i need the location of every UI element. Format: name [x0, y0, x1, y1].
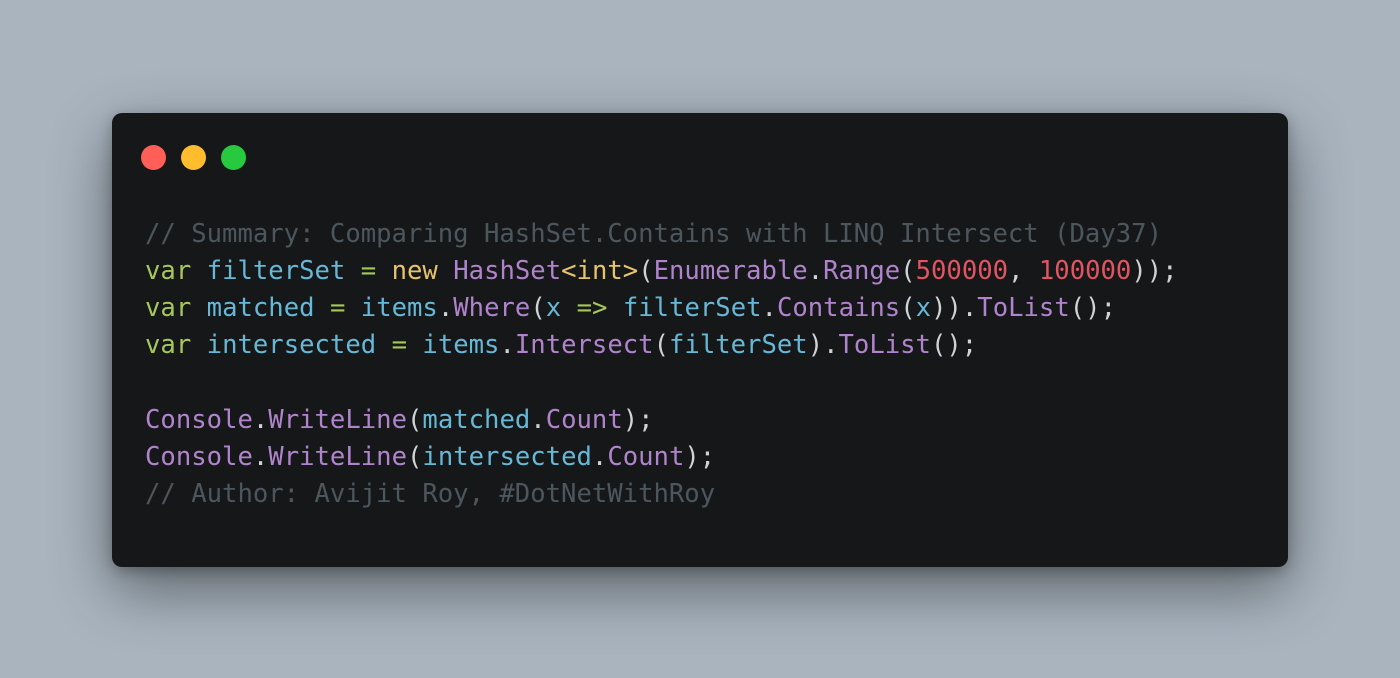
code-token-punc	[407, 330, 422, 360]
code-token-new: <int>	[561, 256, 639, 286]
code-token-type: Enumerable	[653, 256, 808, 286]
code-token-var: items	[422, 330, 500, 360]
code-token-method: Intersect	[514, 330, 654, 360]
code-token-punc	[376, 330, 391, 360]
code-token-punc: .	[807, 256, 824, 286]
code-token-op: =>	[576, 293, 608, 323]
code-token-op: =	[391, 330, 407, 360]
code-token-method: ToList	[838, 330, 931, 360]
code-token-punc: (	[530, 293, 546, 323]
code-token-punc: )).	[931, 293, 978, 323]
code-token-punc	[376, 256, 391, 286]
code-line: Console.WriteLine(matched.Count);	[145, 402, 1178, 439]
code-line: Console.WriteLine(intersected.Count);	[145, 439, 1178, 476]
code-token-num: 100000	[1038, 256, 1132, 286]
code-token-punc: ();	[1069, 293, 1116, 323]
code-token-var: matched	[206, 293, 315, 323]
code-token-punc	[191, 330, 206, 360]
code-token-var: x	[545, 293, 562, 323]
close-dot-icon[interactable]	[141, 145, 166, 170]
code-token-method: ToList	[977, 293, 1070, 323]
code-token-punc: ).	[807, 330, 839, 360]
code-line: var matched = items.Where(x => filterSet…	[145, 290, 1178, 327]
code-token-punc: .	[761, 293, 777, 323]
code-token-punc: (	[653, 330, 669, 360]
code-token-punc	[191, 293, 206, 323]
code-token-punc	[315, 293, 330, 323]
minimize-dot-icon[interactable]	[181, 145, 206, 170]
code-window: // Summary: Comparing HashSet.Contains w…	[112, 113, 1288, 567]
code-token-type: HashSet	[453, 256, 562, 286]
code-token-punc	[607, 293, 622, 323]
code-token-punc: );	[622, 405, 654, 435]
code-token-var: filterSet	[206, 256, 346, 286]
zoom-dot-icon[interactable]	[221, 145, 246, 170]
window-controls	[141, 145, 246, 170]
code-token-var: items	[360, 293, 438, 323]
code-line: var intersected = items.Intersect(filter…	[145, 327, 1178, 364]
code-token-punc	[561, 293, 576, 323]
code-token-keyword: var	[145, 330, 192, 360]
code-token-punc	[438, 256, 453, 286]
code-token-new: new	[391, 256, 438, 286]
code-token-punc: (	[406, 442, 423, 472]
code-token-punc	[345, 293, 360, 323]
code-token-punc: .	[252, 442, 269, 472]
code-token-var: filterSet	[622, 293, 762, 323]
code-token-punc: (	[638, 256, 654, 286]
code-token-punc: (	[900, 256, 916, 286]
code-token-num: 500000	[915, 256, 1009, 286]
code-token-comment: // Author: Avijit Roy, #DotNetWithRoy	[145, 479, 716, 509]
code-line: var filterSet = new HashSet<int>(Enumera…	[145, 253, 1178, 290]
code-token-type: Console	[145, 442, 253, 472]
code-line: // Author: Avijit Roy, #DotNetWithRoy	[145, 476, 1178, 513]
code-token-punc: (	[406, 405, 423, 435]
code-token-punc: .	[530, 405, 546, 435]
code-token-var: intersected	[422, 442, 592, 472]
code-token-method: Count	[545, 405, 623, 435]
code-token-punc: ();	[930, 330, 978, 360]
code-token-punc: );	[684, 442, 716, 472]
code-token-method: Contains	[776, 293, 901, 323]
code-token-punc: ,	[1008, 256, 1039, 286]
code-token-comment: // Summary: Comparing HashSet.Contains w…	[145, 219, 1162, 249]
code-token-method: WriteLine	[268, 442, 407, 472]
code-token-var: intersected	[206, 330, 377, 360]
code-token-op: =	[329, 293, 346, 323]
code-token-punc: (	[900, 293, 916, 323]
code-token-method: Count	[607, 442, 685, 472]
code-line: // Summary: Comparing HashSet.Contains w…	[145, 216, 1178, 253]
code-token-var: filterSet	[669, 330, 808, 360]
code-token-punc	[345, 256, 360, 286]
code-token-punc: .	[591, 442, 608, 472]
code-token-punc	[191, 256, 206, 286]
code-token-var: matched	[422, 405, 531, 435]
code-token-punc: .	[437, 293, 454, 323]
code-token-method: Range	[823, 256, 901, 286]
code-token-method: WriteLine	[268, 405, 407, 435]
code-token-keyword: var	[145, 293, 192, 323]
code-token-punc: .	[499, 330, 515, 360]
code-token-keyword: var	[145, 256, 192, 286]
code-token-op: =	[360, 256, 377, 286]
code-token-type: Console	[145, 405, 253, 435]
code-token-punc: .	[252, 405, 269, 435]
code-token-punc: ));	[1131, 256, 1178, 286]
code-block[interactable]: // Summary: Comparing HashSet.Contains w…	[145, 216, 1178, 513]
code-token-method: Where	[453, 293, 531, 323]
code-token-var: x	[915, 293, 932, 323]
